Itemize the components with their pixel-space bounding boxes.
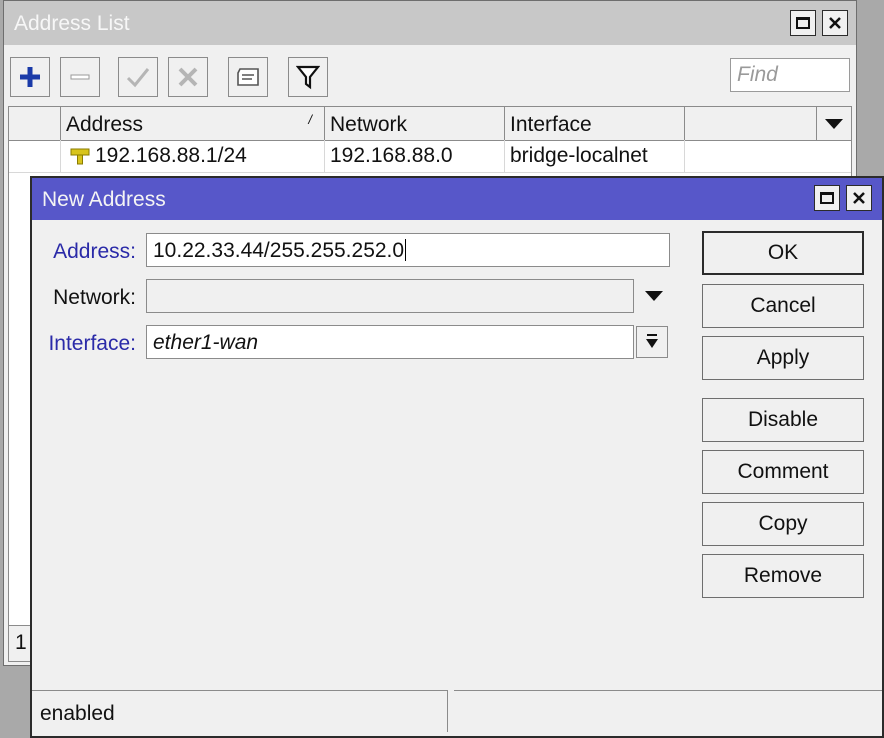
column-header-empty [685,107,817,140]
comment-button[interactable]: Comment [702,450,864,494]
filter-icon [296,65,320,90]
close-button[interactable] [822,10,848,36]
interface-expand-button[interactable] [636,326,668,358]
ok-button[interactable]: OK [702,231,864,275]
sort-icon: / [308,112,312,127]
cancel-button[interactable]: Cancel [702,284,864,328]
interface-select[interactable]: ether1-wan [146,325,634,359]
address-label: Address: [53,240,136,263]
address-icon [70,148,90,165]
column-label: Address [66,113,144,136]
remove-button[interactable] [60,57,100,97]
dialog-title: New Address [42,188,166,211]
new-address-dialog: New Address Address: 10.22.33.44/255.255… [30,176,884,738]
network-dropdown-button[interactable] [638,279,670,313]
column-header-network[interactable]: Network [325,107,505,140]
network-field[interactable] [146,279,634,313]
comment-button[interactable] [228,57,268,97]
dialog-titlebar[interactable]: New Address [32,178,882,220]
window-title: Address List [14,12,130,35]
table-header: Address / Network Interface [9,107,851,141]
status-extra [454,690,882,732]
check-icon [126,68,150,88]
apply-button[interactable]: Apply [702,336,864,380]
text-caret [405,239,407,261]
columns-menu-button[interactable] [817,107,851,140]
disable-button[interactable]: Disable [702,398,864,442]
close-icon [853,192,865,204]
row-marker-header [9,107,61,140]
dialog-maximize-button[interactable] [814,185,840,211]
address-input-value: 10.22.33.44/255.255.252.0 [153,239,405,262]
column-header-address[interactable]: Address / [61,107,325,140]
disable-button[interactable] [168,57,208,97]
note-icon [237,68,259,86]
network-label: Network: [53,286,136,309]
close-icon [829,17,841,29]
address-list-titlebar[interactable]: Address List [4,1,856,45]
find-input[interactable]: Find [730,58,850,92]
chevron-down-icon [645,291,663,301]
interface-label: Interface: [48,332,136,355]
plus-icon [20,67,40,87]
maximize-icon [796,17,810,29]
cell-address: 192.168.88.1/24 [61,140,325,172]
maximize-icon [820,192,834,204]
chevron-down-icon [825,119,843,129]
enable-button[interactable] [118,57,158,97]
copy-button[interactable]: Copy [702,502,864,546]
expand-down-icon [646,334,658,348]
cell-interface: bridge-localnet [505,140,685,172]
table-row[interactable]: 192.168.88.1/24 192.168.88.0 bridge-loca… [9,140,851,173]
column-header-interface[interactable]: Interface [505,107,685,140]
address-input[interactable]: 10.22.33.44/255.255.252.0 [146,233,670,267]
cell-network: 192.168.88.0 [325,140,505,172]
cross-icon [178,67,198,87]
address-value: 192.168.88.1/24 [95,144,247,167]
dialog-close-button[interactable] [846,185,872,211]
maximize-button[interactable] [790,10,816,36]
filter-button[interactable] [288,57,328,97]
remove-button[interactable]: Remove [702,554,864,598]
status-enabled: enabled [32,690,448,732]
add-button[interactable] [10,57,50,97]
minus-icon [70,74,90,80]
row-marker [9,140,61,172]
